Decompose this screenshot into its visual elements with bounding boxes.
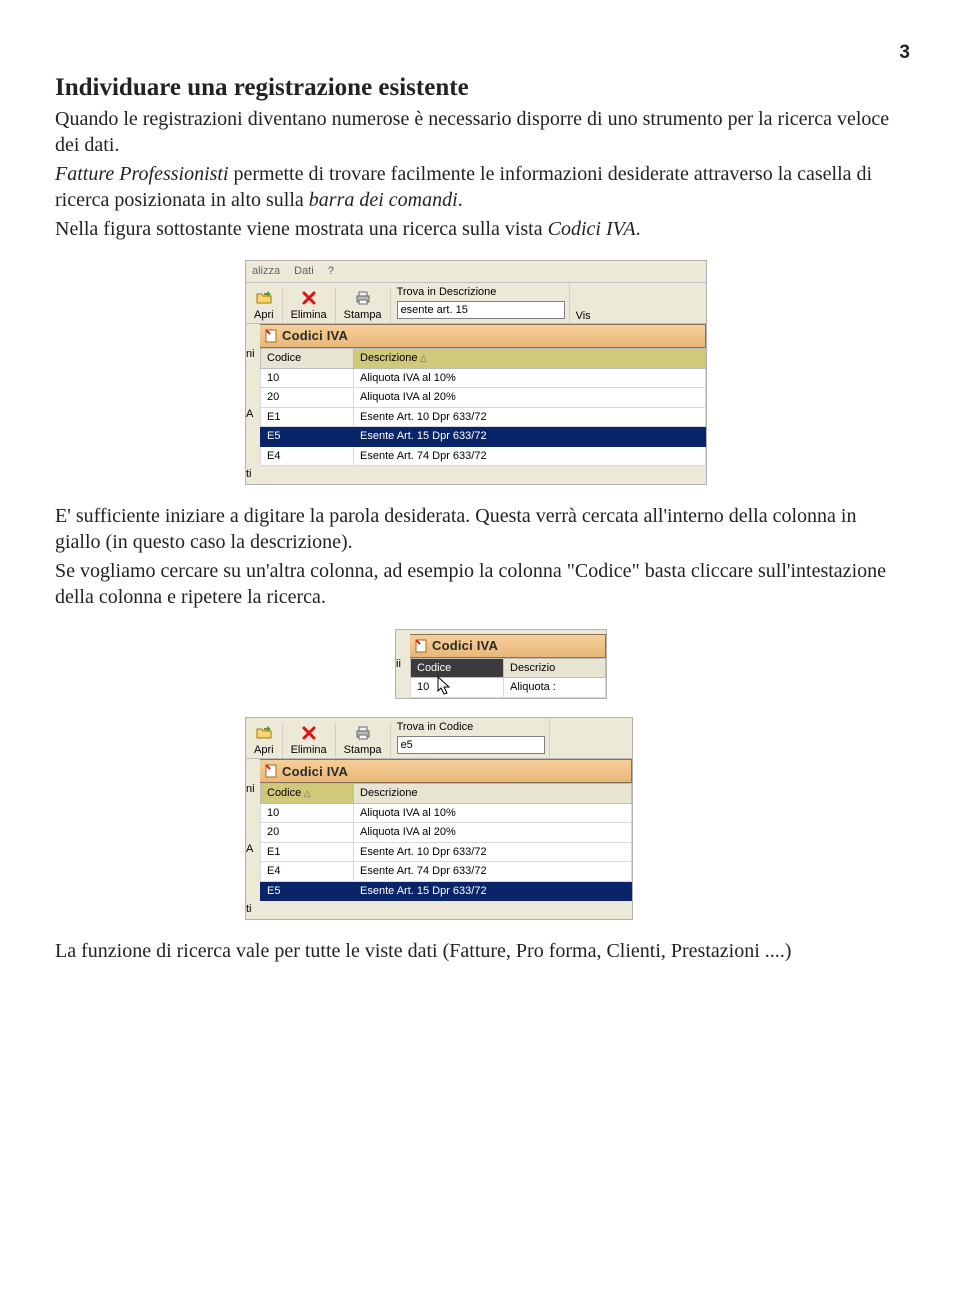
- paragraph-3: Nella figura sottostante viene mostrata …: [55, 216, 900, 242]
- table-row[interactable]: 10Aliquota IVA al 10%: [261, 368, 706, 388]
- view-title: Codici IVA: [260, 759, 632, 783]
- screenshot-3: Apri Elimina Stampa Trova in Codice ni A…: [245, 717, 633, 921]
- col-codice[interactable]: Codice: [411, 658, 504, 678]
- table-row-selected[interactable]: E5Esente Art. 15 Dpr 633/72: [261, 427, 706, 447]
- data-grid: Codice Descrizione 10Aliquota IVA al 10%…: [260, 783, 632, 901]
- data-grid: Codice Descrizione 10Aliquota IVA al 10%…: [260, 348, 706, 466]
- printer-icon: [355, 725, 371, 741]
- paragraph-5: Se vogliamo cercare su un'altra colonna,…: [55, 558, 900, 611]
- left-panel-stub: ii: [396, 634, 410, 698]
- document-icon: [264, 329, 278, 343]
- menu-item[interactable]: Dati: [294, 264, 314, 279]
- paragraph-2: Fatture Professionisti permette di trova…: [55, 161, 900, 214]
- paragraph-4: E' sufficiente iniziare a digitare la pa…: [55, 503, 900, 556]
- document-icon: [414, 639, 428, 653]
- toolbar-extra: Vis: [570, 307, 599, 324]
- table-row-selected[interactable]: E5Esente Art. 15 Dpr 633/72: [261, 881, 632, 901]
- menubar: alizza Dati ?: [246, 261, 706, 283]
- delete-button[interactable]: Elimina: [283, 288, 336, 324]
- screenshot-2: ii Codici IVA Codice Descrizio 10Aliquot…: [395, 629, 607, 699]
- col-descrizione[interactable]: Descrizione: [354, 349, 706, 369]
- col-codice[interactable]: Codice: [261, 349, 354, 369]
- paragraph-1: Quando le registrazioni diventano numero…: [55, 106, 900, 159]
- cursor-icon: [437, 676, 453, 696]
- document-icon: [264, 764, 278, 778]
- printer-icon: [355, 290, 371, 306]
- page-number: 3: [55, 40, 910, 65]
- open-button[interactable]: Apri: [246, 288, 283, 324]
- toolbar: Apri Elimina Stampa Trova in Descrizione…: [246, 283, 706, 325]
- col-codice[interactable]: Codice: [261, 784, 354, 804]
- folder-open-icon: [256, 290, 272, 306]
- table-row[interactable]: E1Esente Art. 10 Dpr 633/72: [261, 407, 706, 427]
- toolbar: Apri Elimina Stampa Trova in Codice: [246, 718, 632, 760]
- delete-x-icon: [301, 725, 317, 741]
- table-row[interactable]: E1Esente Art. 10 Dpr 633/72: [261, 842, 632, 862]
- folder-open-icon: [256, 725, 272, 741]
- search-input[interactable]: [397, 301, 565, 319]
- view-title: Codici IVA: [260, 324, 706, 348]
- search-box: Trova in Codice: [391, 718, 550, 759]
- print-button[interactable]: Stampa: [336, 288, 391, 324]
- menu-item[interactable]: alizza: [252, 264, 280, 279]
- table-row[interactable]: 20Aliquota IVA al 20%: [261, 388, 706, 408]
- col-descrizione[interactable]: Descrizio: [504, 658, 606, 678]
- table-row[interactable]: E4Esente Art. 74 Dpr 633/72: [261, 862, 632, 882]
- search-label: Trova in Codice: [397, 720, 545, 735]
- delete-x-icon: [301, 290, 317, 306]
- heading: Individuare una registrazione esistente: [55, 71, 900, 104]
- delete-button[interactable]: Elimina: [283, 723, 336, 759]
- search-label: Trova in Descrizione: [397, 285, 565, 300]
- col-descrizione[interactable]: Descrizione: [354, 784, 632, 804]
- left-panel-stub: ni A ti: [246, 759, 260, 919]
- search-box: Trova in Descrizione: [391, 283, 570, 324]
- table-row[interactable]: 20Aliquota IVA al 20%: [261, 823, 632, 843]
- left-panel-stub: ni A ti: [246, 324, 260, 484]
- table-row[interactable]: E4Esente Art. 74 Dpr 633/72: [261, 446, 706, 466]
- screenshot-1: alizza Dati ? Apri Elimina Stampa Trova …: [245, 260, 707, 485]
- paragraph-6: La funzione di ricerca vale per tutte le…: [55, 938, 900, 964]
- table-row[interactable]: 10Aliquota IVA al 10%: [261, 803, 632, 823]
- menu-item[interactable]: ?: [328, 264, 334, 279]
- print-button[interactable]: Stampa: [336, 723, 391, 759]
- open-button[interactable]: Apri: [246, 723, 283, 759]
- view-title: Codici IVA: [410, 634, 606, 658]
- search-input[interactable]: [397, 736, 545, 754]
